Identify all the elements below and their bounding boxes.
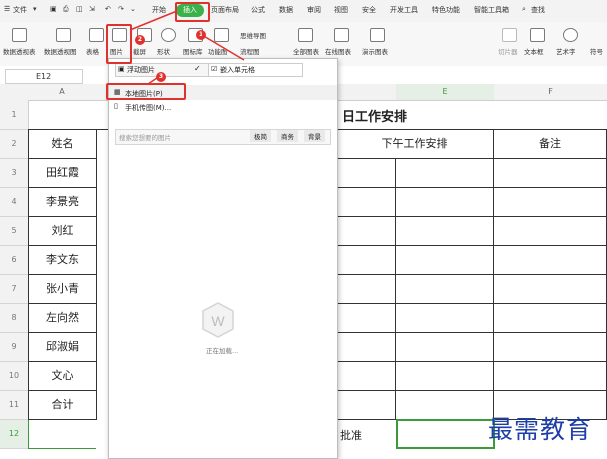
name-cell[interactable]: 田红霞 <box>28 159 97 188</box>
empty-cell[interactable] <box>494 333 607 362</box>
row-header-5[interactable]: 5 <box>0 217 29 246</box>
row-header-9[interactable]: 9 <box>0 333 29 362</box>
name-cell[interactable]: 张小青 <box>28 275 97 304</box>
name-cell[interactable]: 左向然 <box>28 304 97 333</box>
selected-cell-e12[interactable] <box>396 419 495 449</box>
row-header-12[interactable]: 12 <box>0 420 29 449</box>
row-header-8[interactable]: 8 <box>0 304 29 333</box>
arrow-2-line <box>129 10 178 31</box>
empty-cell[interactable] <box>336 304 396 333</box>
empty-cell[interactable] <box>494 304 607 333</box>
empty-cell[interactable] <box>396 217 494 246</box>
row-header-10[interactable]: 10 <box>0 362 29 391</box>
empty-cell[interactable] <box>494 159 607 188</box>
header-afternoon[interactable]: 下午工作安排 <box>336 130 494 159</box>
empty-cell[interactable] <box>494 362 607 391</box>
row-header-3[interactable]: 3 <box>0 159 29 188</box>
row-header-2[interactable]: 2 <box>0 130 29 159</box>
empty-cell[interactable] <box>396 304 494 333</box>
filter-business[interactable]: 商务 <box>277 130 298 142</box>
loading-text: 正在加载... <box>206 347 239 355</box>
svg-text:W: W <box>211 313 225 329</box>
row-header-7[interactable]: 7 <box>0 275 29 304</box>
filter-background[interactable]: 背景 <box>304 130 325 142</box>
row-header-6[interactable]: 6 <box>0 246 29 275</box>
empty-cell[interactable] <box>396 391 494 420</box>
row12-cell-a[interactable] <box>28 420 96 449</box>
empty-cell[interactable] <box>494 275 607 304</box>
empty-cell[interactable] <box>336 188 396 217</box>
loading-logo-icon: W <box>202 302 234 338</box>
name-cell[interactable]: 邱淑娟 <box>28 333 97 362</box>
arrow-3-line <box>147 77 158 85</box>
empty-cell[interactable] <box>336 246 396 275</box>
empty-cell[interactable] <box>396 246 494 275</box>
empty-cell[interactable] <box>396 333 494 362</box>
empty-cell[interactable] <box>396 275 494 304</box>
watermark-text: 最需教育 <box>488 415 593 444</box>
filter-minimal[interactable]: 极简 <box>250 130 271 142</box>
empty-cell[interactable] <box>396 159 494 188</box>
picture-search-placeholder: 搜索您想要的图片 <box>119 134 171 142</box>
approval-label: 批准 <box>340 429 362 442</box>
empty-cell[interactable] <box>494 188 607 217</box>
empty-cell[interactable] <box>494 217 607 246</box>
name-cell[interactable]: 刘红 <box>28 217 97 246</box>
empty-cell[interactable] <box>336 333 396 362</box>
empty-cell[interactable] <box>336 391 396 420</box>
name-cell[interactable]: 李文东 <box>28 246 97 275</box>
header-note[interactable]: 备注 <box>494 130 607 159</box>
empty-cell[interactable] <box>396 362 494 391</box>
empty-cell[interactable] <box>336 217 396 246</box>
empty-cell[interactable] <box>336 362 396 391</box>
header-name[interactable]: 姓名 <box>28 130 97 159</box>
callout-arrows <box>129 10 245 85</box>
empty-cell[interactable] <box>336 159 396 188</box>
arrow-1-line <box>201 34 245 61</box>
empty-cell[interactable] <box>336 275 396 304</box>
empty-cell[interactable] <box>494 246 607 275</box>
row-header-11[interactable]: 11 <box>0 391 29 420</box>
total-cell[interactable]: 合计 <box>28 391 97 420</box>
empty-cell[interactable] <box>396 188 494 217</box>
row-header-4[interactable]: 4 <box>0 188 29 217</box>
name-cell[interactable]: 文心 <box>28 362 97 391</box>
name-cell[interactable]: 李景亮 <box>28 188 97 217</box>
